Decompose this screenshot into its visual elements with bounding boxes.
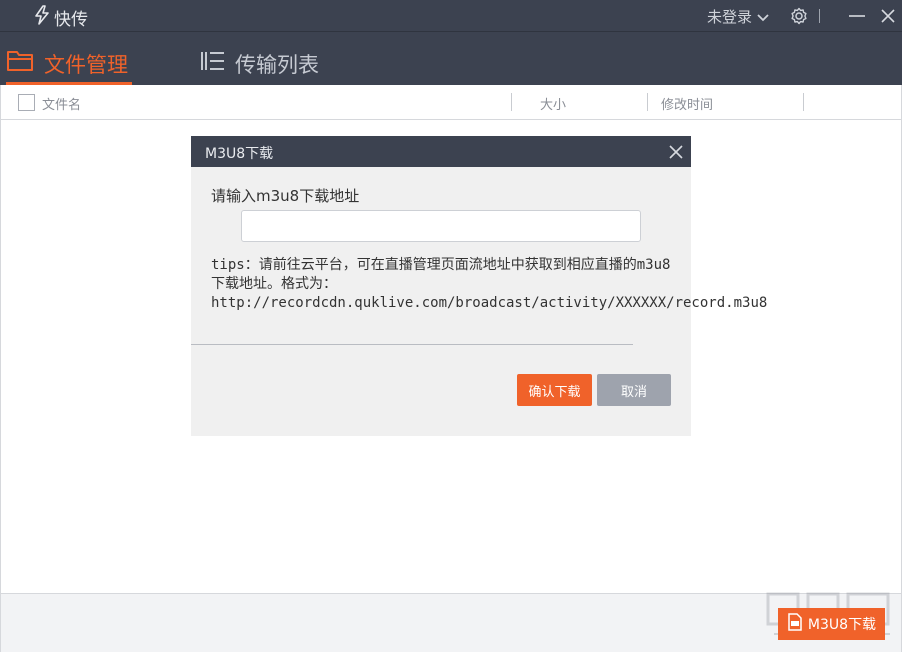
- m3u8-download-button[interactable]: M3U8下载: [778, 608, 885, 640]
- tab-bar: 文件管理 传输列表: [0, 32, 902, 85]
- dialog-header: M3U8下载: [191, 136, 691, 167]
- column-divider[interactable]: [647, 93, 648, 111]
- url-input-label: 请输入m3u8下载地址: [211, 187, 360, 205]
- column-header-modified-time[interactable]: 修改时间: [661, 94, 713, 113]
- minimize-button[interactable]: [848, 6, 866, 26]
- m3u8-download-button-label: M3U8下载: [807, 617, 877, 633]
- folder-icon: [6, 49, 44, 78]
- column-header-size[interactable]: 大小: [540, 94, 566, 113]
- close-window-button[interactable]: [880, 6, 896, 26]
- minimize-icon: [848, 11, 866, 30]
- column-divider[interactable]: [803, 93, 804, 111]
- file-table-header: 文件名 大小 修改时间: [0, 85, 902, 120]
- confirm-download-button[interactable]: 确认下载: [517, 374, 592, 406]
- dialog-divider: [191, 344, 633, 345]
- column-divider[interactable]: [511, 93, 512, 111]
- transfer-list-icon: [199, 49, 235, 78]
- title-bar: 快传 未登录: [0, 0, 902, 32]
- tab-file-management-label: 文件管理: [44, 52, 128, 77]
- close-icon: [669, 145, 683, 159]
- tab-file-management[interactable]: 文件管理: [6, 42, 132, 85]
- m3u8-file-icon: [787, 613, 808, 635]
- select-all-checkbox[interactable]: [18, 94, 35, 111]
- dialog-tips: tips：请前往云平台，可在直播管理页面流地址中获取到相应直播的m3u8下载地址…: [211, 257, 768, 311]
- login-dropdown[interactable]: 未登录: [707, 6, 769, 27]
- dialog-close-button[interactable]: [669, 144, 683, 159]
- app-logo: 快传: [33, 5, 88, 30]
- tab-transfer-list-label: 传输列表: [235, 52, 319, 77]
- cancel-button[interactable]: 取消: [597, 374, 671, 406]
- m3u8-url-input[interactable]: [241, 210, 641, 242]
- dialog-title: M3U8下载: [205, 146, 274, 162]
- close-icon: [880, 9, 896, 30]
- bottom-bar: [0, 593, 902, 652]
- column-header-filename[interactable]: 文件名: [42, 94, 81, 113]
- settings-button[interactable]: [790, 7, 808, 29]
- login-label: 未登录: [707, 8, 753, 26]
- chevron-down-icon: [752, 8, 769, 26]
- app-title: 快传: [54, 10, 88, 30]
- m3u8-download-dialog: M3U8下载 请输入m3u8下载地址 tips：请前往云平台，可在直播管理页面流…: [191, 136, 768, 436]
- tab-transfer-list[interactable]: 传输列表: [199, 42, 319, 85]
- lightning-logo-icon: [33, 5, 54, 30]
- titlebar-divider: [819, 9, 820, 23]
- gear-icon: [790, 7, 808, 29]
